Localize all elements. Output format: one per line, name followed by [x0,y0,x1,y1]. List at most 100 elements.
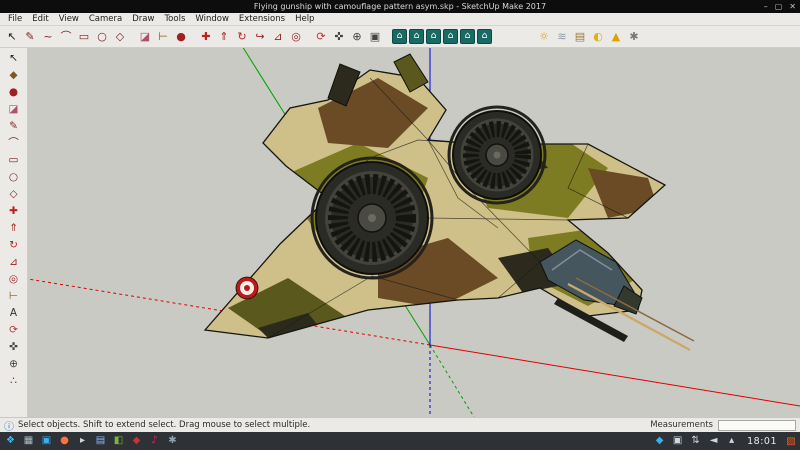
select-icon[interactable]: ↖ [3,28,21,46]
fog-icon[interactable]: ≋ [553,28,571,46]
menu-file[interactable]: File [3,13,27,25]
walk-icon[interactable]: ∴ [4,373,24,390]
menu-tools[interactable]: Tools [159,13,190,25]
paint-bucket-icon[interactable]: ● [4,84,24,101]
menu-extensions[interactable]: Extensions [234,13,290,25]
toolbar-separator [129,28,136,46]
text-editor-icon[interactable]: ▤ [93,434,108,449]
move-icon[interactable]: ✚ [4,203,24,220]
polygon-icon[interactable]: ◇ [111,28,129,46]
make-component-icon[interactable]: ◆ [4,67,24,84]
panel-toggle-icon[interactable]: ▨ [785,434,797,449]
toolbar-separator [493,28,535,46]
menu-draw[interactable]: Draw [127,13,159,25]
status-hint: Select objects. Shift to extend select. … [18,420,310,430]
polygon-icon[interactable]: ◇ [4,186,24,203]
scale-icon[interactable]: ⊿ [269,28,287,46]
view-iso-icon[interactable]: ⌂ [392,29,407,44]
app-launcher-icon[interactable]: ❖ [3,434,18,449]
circle-icon[interactable]: ○ [93,28,111,46]
daylight-icon[interactable]: ◐ [589,28,607,46]
kde-connect-icon[interactable]: ◆ [652,434,667,449]
office-icon[interactable]: ◆ [129,434,144,449]
follow-me-icon[interactable]: ↪ [251,28,269,46]
zoom-icon[interactable]: ⊕ [4,356,24,373]
lift-fan-right [449,107,545,203]
window-title: Flying gunship with camouflage pattern a… [254,2,546,11]
toolbar-separator [190,28,197,46]
tape-measure-icon[interactable]: ⊢ [154,28,172,46]
rotate-icon[interactable]: ↻ [4,237,24,254]
arc-icon[interactable]: ⌒ [4,135,24,152]
viewport[interactable] [28,48,800,417]
scale-icon[interactable]: ⊿ [4,254,24,271]
offset-icon[interactable]: ◎ [287,28,305,46]
view-left-icon[interactable]: ⌂ [477,29,492,44]
orbit-icon[interactable]: ⟳ [312,28,330,46]
shadows-icon[interactable]: ☼ [535,28,553,46]
move-icon[interactable]: ✚ [197,28,215,46]
desktop-pager-icon[interactable]: ▦ [21,434,36,449]
push-pull-icon[interactable]: ⇑ [4,220,24,237]
text-icon[interactable]: A [4,305,24,322]
lift-fan-left [312,158,432,278]
offset-icon[interactable]: ◎ [4,271,24,288]
left-toolbar: ↖◆●◪✎⌒▭○◇✚⇑↻⊿◎⊢A⟳✜⊕∴ [0,48,28,417]
zoom-icon[interactable]: ⊕ [348,28,366,46]
warning-icon[interactable]: ▲ [607,28,625,46]
aircraft-model[interactable] [178,48,698,368]
web-browser-icon[interactable]: ● [57,434,72,449]
pan-icon[interactable]: ✜ [4,339,24,356]
line-icon[interactable]: ✎ [21,28,39,46]
volume-icon[interactable]: ◄ [706,434,721,449]
axis-red-line [430,345,800,406]
menu-window[interactable]: Window [190,13,234,25]
menu-camera[interactable]: Camera [84,13,127,25]
window-titlebar: Flying gunship with camouflage pattern a… [0,0,800,13]
eraser-icon[interactable]: ◪ [4,101,24,118]
push-pull-icon[interactable]: ⇑ [215,28,233,46]
clock[interactable]: 18:01 [742,436,782,447]
terminal-icon[interactable]: ▸ [75,434,90,449]
measurements-box[interactable] [718,420,796,431]
arc-icon[interactable]: ⌒ [57,28,75,46]
tape-measure-icon[interactable]: ⊢ [4,288,24,305]
airframe-camo [178,48,698,368]
line-icon[interactable]: ✎ [4,118,24,135]
axis-green-dashed [430,345,474,417]
eraser-icon[interactable]: ◪ [136,28,154,46]
close-button[interactable]: ✕ [789,2,796,11]
context-info-icon[interactable]: ⓘ [4,418,14,433]
maximize-button[interactable]: ▢ [775,2,783,11]
file-manager-icon[interactable]: ▣ [39,434,54,449]
circle-icon[interactable]: ○ [4,169,24,186]
orbit-icon[interactable]: ⟳ [4,322,24,339]
top-toolbar: ↖✎~⌒▭○◇◪⊢●✚⇑↻↪⊿◎⟳✜⊕▣⌂⌂⌂⌂⌂⌂☼≋▤◐▲✱ [0,26,800,48]
pan-icon[interactable]: ✜ [330,28,348,46]
minimize-button[interactable]: – [764,2,768,11]
network-icon[interactable]: ⇅ [688,434,703,449]
menu-edit[interactable]: Edit [27,13,53,25]
select-icon[interactable]: ↖ [4,50,24,67]
rectangle-icon[interactable]: ▭ [4,152,24,169]
rectangle-icon[interactable]: ▭ [75,28,93,46]
view-front-icon[interactable]: ⌂ [426,29,441,44]
image-editor-icon[interactable]: ◧ [111,434,126,449]
system-settings-icon[interactable]: ✱ [165,434,180,449]
view-back-icon[interactable]: ⌂ [460,29,475,44]
rotate-icon[interactable]: ↻ [233,28,251,46]
styles-icon[interactable]: ▤ [571,28,589,46]
zoom-extents-icon[interactable]: ▣ [366,28,384,46]
viewport-canvas[interactable] [28,48,800,417]
view-right-icon[interactable]: ⌂ [443,29,458,44]
notifications-icon[interactable]: ▴ [724,434,739,449]
menu-view[interactable]: View [54,13,84,25]
freehand-icon[interactable]: ~ [39,28,57,46]
view-top-icon[interactable]: ⌂ [409,29,424,44]
paint-bucket-icon[interactable]: ● [172,28,190,46]
model-info-icon[interactable]: ✱ [625,28,643,46]
menu-bar: FileEditViewCameraDrawToolsWindowExtensi… [0,13,800,26]
media-player-icon[interactable]: ♪ [147,434,162,449]
menu-help[interactable]: Help [290,13,319,25]
clipboard-icon[interactable]: ▣ [670,434,685,449]
